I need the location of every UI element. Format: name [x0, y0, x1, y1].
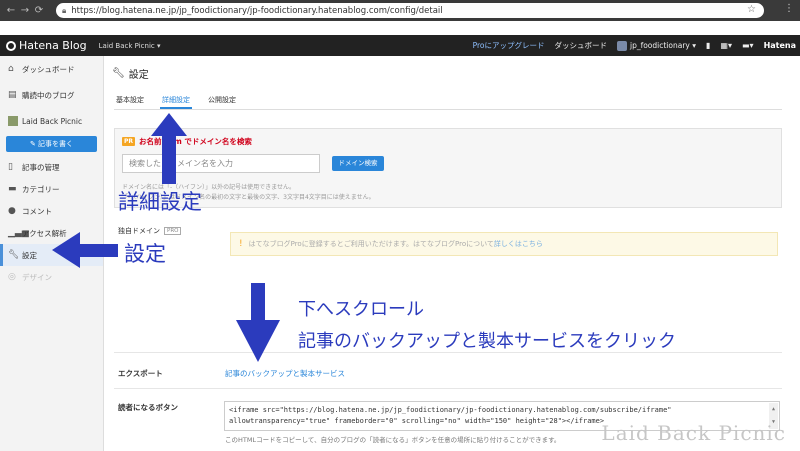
arrow-down-scroll — [236, 283, 280, 362]
annotation-scroll-down: 下へスクロール — [298, 299, 424, 320]
arrow-left-to-settings — [52, 232, 118, 268]
annotation-arrows — [52, 113, 280, 362]
watermark: Laid Back Picnic — [601, 421, 786, 445]
annotation-detail-settings: 詳細設定 — [118, 190, 202, 214]
arrow-up-to-detail-tab — [151, 113, 187, 184]
annotation-settings: 設定 — [124, 242, 166, 266]
annotation-click-backup: 記事のバックアップと製本サービスをクリック — [298, 331, 676, 352]
